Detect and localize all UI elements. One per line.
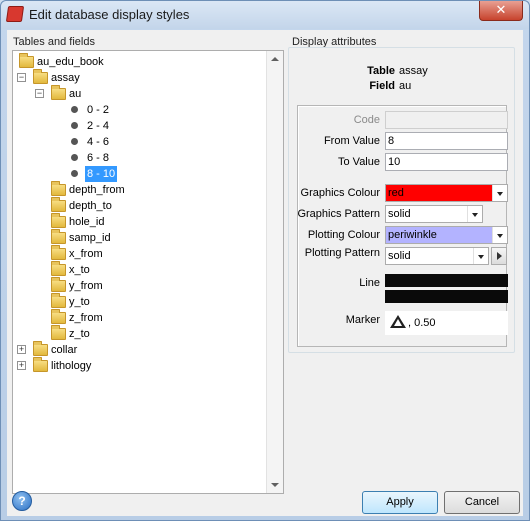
pattern-next-button[interactable]: [491, 247, 507, 265]
folder-icon: [51, 277, 66, 292]
plotting-pattern-label: Plotting Pattern: [304, 247, 380, 259]
folder-icon: [19, 53, 34, 68]
folder-icon: [51, 309, 66, 324]
tree-item-label: 8 - 10: [85, 166, 118, 182]
collapse-toggle-icon[interactable]: −: [35, 89, 44, 98]
tree-item-label: depth_from: [69, 184, 125, 196]
folder-icon: [51, 181, 66, 196]
marker-value: , 0.50: [408, 317, 436, 329]
graphics-pattern-label: Graphics Pattern: [297, 208, 380, 220]
folder-icon: [51, 197, 66, 212]
style-editor-box: Code From Value 8 To Value 10 Graphics C…: [297, 105, 508, 347]
plotting-colour-select[interactable]: periwinkle: [385, 226, 508, 244]
tree-item-label: y_to: [69, 296, 90, 308]
expand-toggle-icon[interactable]: +: [17, 361, 26, 370]
tree-item-label: y_from: [69, 280, 103, 292]
tree-item-label: collar: [51, 344, 78, 356]
folder-icon: [33, 357, 48, 372]
plotting-colour-value: periwinkle: [388, 229, 437, 241]
tree-item-label: 4 - 6: [87, 136, 110, 148]
chevron-down-icon[interactable]: [473, 248, 488, 264]
close-button[interactable]: ✕: [479, 1, 523, 21]
to-value-field[interactable]: 10: [385, 153, 508, 171]
plotting-colour-label: Plotting Colour: [307, 229, 380, 241]
range-dot-icon: [71, 106, 78, 113]
field-label: Field: [369, 80, 395, 92]
tables-fields-label: Tables and fields: [13, 36, 95, 48]
table-value: assay: [399, 65, 428, 77]
expand-toggle-icon[interactable]: +: [17, 345, 26, 354]
scroll-up-icon[interactable]: [271, 57, 279, 61]
tables-fields-tree[interactable]: au_edu_book − assay − au 0 - 2 2 - 4 4 -…: [12, 50, 284, 494]
help-icon[interactable]: ?: [12, 491, 32, 511]
tree-item-label: 2 - 4: [87, 120, 110, 132]
tree-item-label: z_from: [69, 312, 103, 324]
chevron-down-icon[interactable]: [492, 185, 507, 201]
marker-label: Marker: [345, 314, 380, 326]
window-title: Edit database display styles: [29, 7, 190, 22]
app-icon: [5, 6, 25, 22]
folder-icon: [51, 229, 66, 244]
to-value-label: To Value: [338, 156, 380, 168]
cancel-button[interactable]: Cancel: [444, 491, 520, 514]
tree-item-label: x_to: [69, 264, 90, 276]
tree-item-label: 6 - 8: [87, 152, 110, 164]
folder-icon: [51, 261, 66, 276]
from-value-field[interactable]: 8: [385, 132, 508, 150]
folder-icon: [33, 341, 48, 356]
plotting-pattern-select[interactable]: solid: [385, 247, 489, 265]
from-value-label: From Value: [323, 135, 380, 147]
title-bar[interactable]: Edit database display styles ✕: [1, 1, 529, 29]
folder-icon: [51, 245, 66, 260]
tree-item-label: samp_id: [69, 232, 111, 244]
apply-button[interactable]: Apply: [362, 491, 438, 514]
collapse-toggle-icon[interactable]: −: [17, 73, 26, 82]
code-field[interactable]: [385, 111, 508, 129]
graphics-colour-select[interactable]: red: [385, 184, 508, 202]
folder-icon: [51, 293, 66, 308]
tree-item-label: au_edu_book: [37, 56, 104, 68]
table-label: Table: [367, 65, 395, 77]
range-dot-icon: [71, 170, 78, 177]
graphics-pattern-select[interactable]: solid: [385, 205, 483, 223]
tree-item-label: au: [69, 88, 82, 100]
line-style-swatch[interactable]: [385, 274, 508, 287]
graphics-colour-label: Graphics Colour: [300, 187, 380, 199]
plotting-pattern-value: solid: [388, 250, 411, 262]
graphics-pattern-value: solid: [388, 208, 411, 220]
graphics-colour-value: red: [388, 187, 404, 199]
tree-item-label: 0 - 2: [87, 104, 110, 116]
tree-item-label: lithology: [51, 360, 92, 372]
dialog-window: Edit database display styles ✕ Tables an…: [0, 0, 530, 521]
tree-item-label: hole_id: [69, 216, 105, 228]
line-label: Line: [359, 277, 380, 289]
chevron-down-icon[interactable]: [467, 206, 482, 222]
code-label: Code: [353, 114, 380, 126]
folder-icon: [33, 69, 48, 84]
folder-icon: [51, 325, 66, 340]
display-attributes-panel: Table assay Field au Code From Value 8 T…: [288, 47, 515, 353]
marker-selector[interactable]: , 0.50: [385, 311, 508, 335]
triangle-marker-icon: [390, 315, 406, 328]
range-dot-icon: [71, 138, 78, 145]
dialog-body: Tables and fields au_edu_book − assay − …: [7, 30, 523, 516]
tree-item-label: assay: [51, 72, 80, 84]
tree-item-label: depth_to: [69, 200, 112, 212]
folder-icon: [51, 213, 66, 228]
field-value: au: [399, 80, 412, 92]
tree-scrollbar[interactable]: [266, 51, 283, 493]
line-style-swatch-secondary: [385, 290, 508, 303]
chevron-down-icon[interactable]: [492, 227, 507, 243]
scroll-down-icon[interactable]: [271, 483, 279, 487]
range-dot-icon: [71, 122, 78, 129]
range-dot-icon: [71, 154, 78, 161]
folder-icon: [51, 85, 66, 100]
tree-item-label: z_to: [69, 328, 90, 340]
tree-item-label: x_from: [69, 248, 103, 260]
